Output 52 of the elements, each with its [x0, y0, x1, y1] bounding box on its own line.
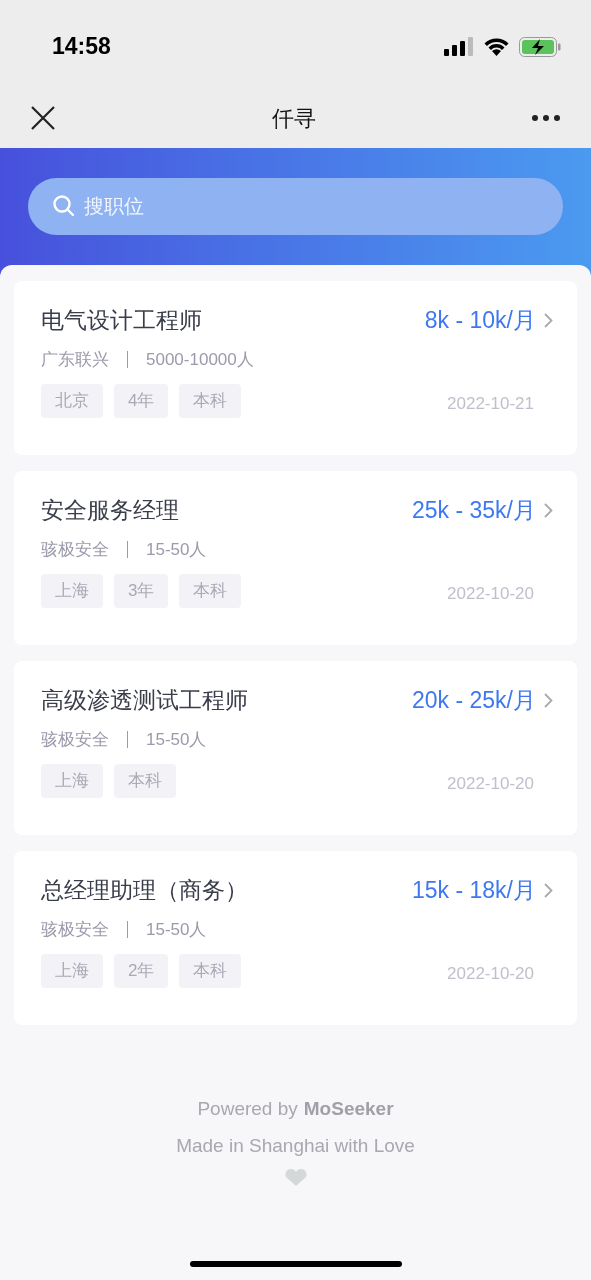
heart-icon: [282, 1168, 309, 1188]
job-title: 总经理助理（商务）: [41, 876, 248, 905]
tag: 4年: [114, 384, 169, 418]
tag: 本科: [114, 764, 176, 798]
tag: 上海: [41, 954, 103, 988]
post-date: 2022-10-21: [447, 393, 534, 416]
salary: 8k - 10k/月: [424, 306, 536, 335]
tagline: Made in Shanghai with Love: [176, 1133, 415, 1158]
job-title: 电气设计工程师: [41, 306, 202, 335]
salary: 20k - 25k/月: [412, 686, 536, 715]
company-size: 15-50人: [146, 728, 207, 751]
powered-by-text: Powered by: [197, 1097, 298, 1121]
job-title: 高级渗透测试工程师: [41, 686, 248, 715]
search-field[interactable]: 搜职位: [28, 178, 563, 235]
job-title: 安全服务经理: [41, 496, 179, 525]
company-size: 15-50人: [146, 918, 207, 941]
tag: 上海: [41, 574, 103, 608]
wifi-icon: [483, 36, 510, 57]
company-size: 5000-10000人: [146, 348, 254, 371]
signal-icon: [444, 36, 474, 57]
chevron-right-icon: [544, 882, 553, 898]
chevron-right-icon: [544, 502, 553, 518]
tag: 2年: [114, 954, 169, 988]
salary: 15k - 18k/月: [412, 876, 536, 905]
tag: 北京: [41, 384, 103, 418]
chevron-right-icon: [544, 312, 553, 328]
job-card[interactable]: 总经理助理（商务） 15k - 18k/月 骇极安全 15-50人 上海 2年 本科 2022-10-20: [14, 851, 577, 1025]
company-name: 广东联兴: [41, 348, 109, 371]
job-card[interactable]: 安全服务经理 25k - 35k/月 骇极安全 15-50人 上海 3年 本科 2022-10-20: [14, 471, 577, 645]
tag: 上海: [41, 764, 103, 798]
close-icon[interactable]: [30, 105, 56, 131]
brand-logo: MoSeeker: [303, 1097, 394, 1121]
tag: 3年: [114, 574, 169, 608]
tag: 本科: [179, 574, 242, 608]
company-name: 骇极安全: [41, 918, 109, 941]
post-date: 2022-10-20: [447, 773, 534, 796]
status-time: 14:58: [52, 32, 111, 62]
battery-charging-icon: [519, 36, 561, 57]
job-card[interactable]: 电气设计工程师 8k - 10k/月 广东联兴 5000-10000人 北京 4年 本科 2022-10-21: [14, 281, 577, 455]
job-card[interactable]: 高级渗透测试工程师 20k - 25k/月 骇极安全 15-50人 上海 本科 2022-10-20: [14, 661, 577, 835]
company-name: 骇极安全: [41, 728, 109, 751]
post-date: 2022-10-20: [447, 963, 534, 986]
chevron-right-icon: [544, 692, 553, 708]
company-name: 骇极安全: [41, 538, 109, 561]
salary: 25k - 35k/月: [412, 496, 536, 525]
company-size: 15-50人: [146, 538, 207, 561]
more-icon[interactable]: [531, 114, 561, 122]
post-date: 2022-10-20: [447, 583, 534, 606]
search-icon: [52, 194, 76, 218]
tag: 本科: [179, 954, 242, 988]
page-title: 仟寻: [271, 104, 316, 133]
tag: 本科: [179, 384, 242, 418]
